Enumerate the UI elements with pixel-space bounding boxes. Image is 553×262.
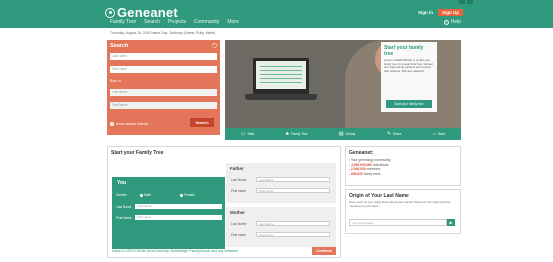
hero-laptop-base bbox=[245, 94, 317, 100]
feature-save[interactable]: ⌂ Save bbox=[432, 130, 446, 137]
search-place-input[interactable]: Last Name bbox=[110, 89, 217, 96]
stat-line: - 600,000 family trees bbox=[349, 172, 457, 177]
top-strip-tab[interactable] bbox=[467, 0, 473, 4]
help-label: Help bbox=[450, 19, 461, 25]
stat-label: members bbox=[365, 167, 381, 172]
you-first-name-label: First Name bbox=[116, 216, 132, 220]
feature-start[interactable]: ▭ Start bbox=[240, 130, 255, 137]
top-strip bbox=[459, 0, 473, 4]
search-button[interactable]: Search bbox=[190, 118, 214, 127]
share-icon: ✎ bbox=[386, 130, 392, 137]
you-last-name-label: Last Name bbox=[116, 205, 132, 209]
search-title: Search bbox=[110, 43, 129, 49]
plus-icon: + bbox=[110, 122, 114, 126]
origin-last-name-input[interactable]: Your Last Name bbox=[349, 219, 447, 226]
family-tree-title: Start your Family Tree bbox=[111, 150, 164, 156]
feature-share[interactable]: ✎ Share bbox=[386, 130, 402, 137]
mother-first-name-input[interactable]: First name bbox=[256, 232, 330, 237]
gender-male-label: Male bbox=[144, 193, 151, 197]
continue-button[interactable]: Continue bbox=[312, 247, 336, 255]
stat-value: - 600,000 bbox=[349, 171, 363, 176]
stat-label: family trees bbox=[362, 171, 381, 176]
tree-icon: ♣ bbox=[285, 130, 289, 137]
logo-text: Geneanet bbox=[117, 5, 178, 20]
father-title: Father bbox=[230, 166, 244, 171]
mother-first-name-label: First name bbox=[231, 233, 247, 237]
you-section: You Gender Male Female Last Name Last Na… bbox=[112, 177, 225, 249]
mother-section: Mother Last Name Last Name First name Fi… bbox=[226, 207, 336, 247]
search-date-input[interactable]: First Name bbox=[110, 102, 217, 109]
logo[interactable]: Geneanet bbox=[105, 6, 178, 19]
gender-label: Gender bbox=[116, 193, 127, 197]
name-origin-box: Origin of Your Last Name How much do you… bbox=[345, 189, 461, 234]
top-header: Geneanet Family Tree Search Projects Com… bbox=[0, 0, 553, 28]
promo-title: Start your family tree bbox=[384, 45, 424, 57]
origin-go-button[interactable]: ▶ bbox=[447, 219, 455, 226]
search-panel: Search Last name First name Born in Last… bbox=[107, 40, 220, 135]
nav-projects[interactable]: Projects bbox=[168, 19, 186, 25]
geneanet-stats: Geneanet: - Your genealogy community - 4… bbox=[345, 146, 461, 186]
radio-dot bbox=[140, 193, 143, 197]
gender-female-radio[interactable]: Female bbox=[180, 193, 195, 197]
radio-dot bbox=[180, 193, 183, 197]
feature-bar: ▭ Start ♣ Family Tree ▤ Library ✎ Share ⌂ Sav… bbox=[225, 128, 461, 140]
help-link[interactable]: ? Help bbox=[443, 19, 461, 25]
search-last-name-input[interactable]: Last name bbox=[110, 53, 217, 60]
feature-family-tree[interactable]: ♣ Family Tree bbox=[285, 130, 308, 137]
gender-female-label: Female bbox=[184, 193, 195, 197]
stat-value: - 4,000,000,000 bbox=[349, 162, 373, 167]
nav-community[interactable]: Community bbox=[194, 19, 219, 25]
origin-title: Origin of Your Last Name bbox=[349, 193, 409, 199]
origin-text: How much do you really know about your n… bbox=[349, 200, 451, 208]
mother-title: Mother bbox=[230, 210, 245, 215]
family-tree-form: Start your Family Tree You Gender Male F… bbox=[107, 146, 341, 258]
search-first-name-input[interactable]: First name bbox=[110, 66, 217, 73]
feature-library[interactable]: ▤ Library bbox=[338, 130, 356, 137]
nav-family-tree[interactable]: Family Tree bbox=[110, 19, 136, 25]
nav-more[interactable]: More bbox=[227, 19, 238, 25]
gear-icon[interactable] bbox=[212, 43, 217, 48]
screen-icon: ▭ bbox=[240, 130, 246, 137]
hero-laptop-screen bbox=[256, 61, 306, 89]
you-first-name-input[interactable]: First name bbox=[135, 215, 222, 220]
sign-up-button[interactable]: Sign Up bbox=[438, 9, 463, 16]
feature-label: Family Tree bbox=[290, 132, 308, 136]
father-first-name-input[interactable]: First name bbox=[256, 188, 330, 193]
nav-search[interactable]: Search bbox=[144, 19, 160, 25]
father-last-name-input[interactable]: Last Name bbox=[256, 177, 330, 182]
stat-label: individuals bbox=[372, 162, 389, 167]
mother-last-name-input[interactable]: Last Name bbox=[256, 221, 330, 226]
library-icon: ▤ bbox=[338, 130, 344, 137]
you-title: You bbox=[117, 180, 127, 186]
you-last-name-input[interactable]: Last Name bbox=[135, 204, 222, 209]
top-strip-tab[interactable] bbox=[459, 0, 465, 4]
stat-value: - 2,000,000 bbox=[349, 167, 366, 172]
father-section: Father Last Name Last Name First name Fi… bbox=[226, 163, 336, 203]
gender-male-radio[interactable]: Male bbox=[140, 193, 151, 197]
start-tree-button[interactable]: Start your family tree bbox=[386, 100, 432, 108]
feature-label: Share bbox=[393, 132, 402, 136]
promo-box: Start your family tree Import a GEDCOM f… bbox=[381, 42, 437, 112]
help-icon: ? bbox=[443, 19, 449, 25]
sign-in-link[interactable]: Sign in bbox=[418, 10, 433, 15]
promo-text: Import a GEDCOM file or to add your fami… bbox=[384, 58, 433, 73]
import-gedcom-link[interactable]: Import a GEDCOM file (from Ancestry, MyH… bbox=[112, 249, 238, 253]
hero-laptop bbox=[253, 58, 309, 94]
born-label: Born in bbox=[110, 79, 121, 83]
auth-links: Sign in Sign Up bbox=[418, 9, 463, 16]
logo-icon bbox=[105, 7, 115, 18]
more-criteria-label: more search criteria bbox=[116, 122, 148, 126]
father-first-name-label: First name bbox=[231, 189, 247, 193]
feature-label: Library bbox=[345, 132, 356, 136]
date-line: Thursday, August 15, 2019 Name Day: Tark… bbox=[110, 31, 216, 35]
father-last-name-label: Last Name bbox=[231, 178, 247, 182]
stats-title: Geneanet: bbox=[349, 150, 374, 156]
feature-label: Save bbox=[437, 132, 446, 136]
main-nav: Family Tree Search Projects Community Mo… bbox=[110, 19, 239, 25]
feature-label: Start bbox=[247, 132, 255, 136]
home-icon: ⌂ bbox=[432, 130, 436, 137]
mother-last-name-label: Last Name bbox=[231, 222, 247, 226]
more-criteria-link[interactable]: + more search criteria bbox=[110, 122, 148, 126]
